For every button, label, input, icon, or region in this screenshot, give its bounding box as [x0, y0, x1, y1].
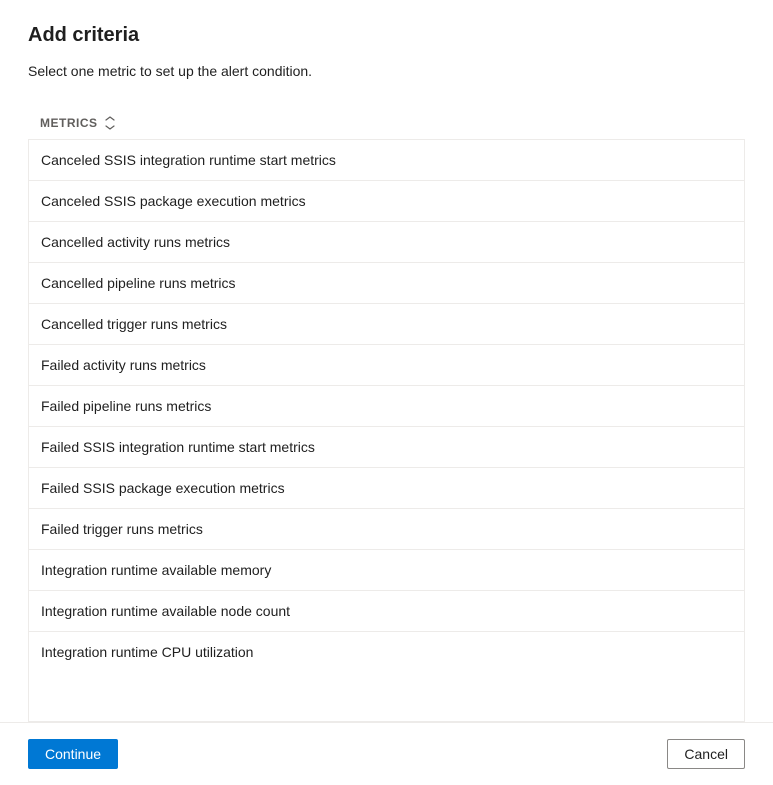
- dialog-header: Add criteria Select one metric to set up…: [0, 0, 773, 107]
- dialog-subtitle: Select one metric to set up the alert co…: [28, 63, 745, 79]
- metric-item[interactable]: Failed SSIS package execution metrics: [29, 468, 744, 509]
- cancel-button[interactable]: Cancel: [667, 739, 745, 769]
- metric-item[interactable]: Integration runtime available memory: [29, 550, 744, 591]
- metric-item[interactable]: Failed activity runs metrics: [29, 345, 744, 386]
- metric-item[interactable]: Canceled SSIS package execution metrics: [29, 181, 744, 222]
- metrics-column-header: METRICS: [28, 107, 745, 140]
- metric-item[interactable]: Failed SSIS integration runtime start me…: [29, 427, 744, 468]
- dialog-footer: Continue Cancel: [0, 722, 773, 785]
- metrics-section: METRICS Canceled SSIS integration runtim…: [0, 107, 773, 722]
- sort-icon[interactable]: [102, 115, 118, 131]
- metric-item[interactable]: Integration runtime available node count: [29, 591, 744, 632]
- metric-item[interactable]: Cancelled pipeline runs metrics: [29, 263, 744, 304]
- continue-button[interactable]: Continue: [28, 739, 118, 769]
- metric-item[interactable]: Failed pipeline runs metrics: [29, 386, 744, 427]
- add-criteria-dialog: Add criteria Select one metric to set up…: [0, 0, 773, 785]
- metric-item[interactable]: Cancelled activity runs metrics: [29, 222, 744, 263]
- metric-item[interactable]: Canceled SSIS integration runtime start …: [29, 140, 744, 181]
- metric-item[interactable]: Failed trigger runs metrics: [29, 509, 744, 550]
- metrics-list[interactable]: Canceled SSIS integration runtime start …: [28, 140, 745, 722]
- metrics-header-label: METRICS: [40, 116, 98, 130]
- dialog-title: Add criteria: [28, 24, 745, 47]
- metric-item[interactable]: Integration runtime CPU utilization: [29, 632, 744, 672]
- metric-item[interactable]: Cancelled trigger runs metrics: [29, 304, 744, 345]
